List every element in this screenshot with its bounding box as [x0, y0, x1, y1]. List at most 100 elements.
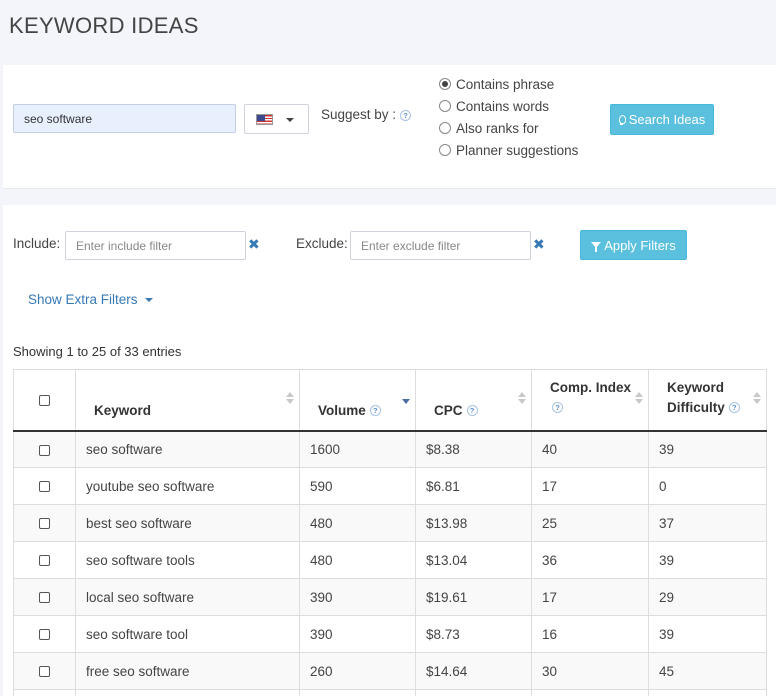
- sort-icon: [753, 392, 761, 404]
- option-planner-suggestions[interactable]: Planner suggestions: [439, 139, 578, 161]
- search-ideas-label: Search Ideas: [628, 112, 706, 127]
- comp-index-cell: 25: [531, 504, 649, 542]
- column-keyword-label: Keyword: [94, 402, 152, 418]
- keyword-search-input[interactable]: [13, 104, 236, 133]
- sort-desc-icon: [402, 392, 410, 404]
- sort-icon: [635, 392, 643, 404]
- comp-index-cell: 30: [531, 652, 649, 690]
- volume-cell: 1600: [299, 430, 416, 468]
- difficulty-cell: 45: [648, 652, 767, 690]
- radio-contains-words[interactable]: [439, 100, 451, 112]
- keyword-cell: seo software: [75, 430, 300, 468]
- row-checkbox[interactable]: [39, 444, 50, 456]
- show-extra-filters-link[interactable]: Show Extra Filters: [28, 292, 153, 307]
- column-volume-label: Volume: [318, 402, 366, 418]
- column-keyword-difficulty[interactable]: Keyword Difficulty?: [648, 369, 767, 432]
- keyword-cell: free seo software: [75, 652, 300, 690]
- clear-include-icon[interactable]: ✖: [248, 236, 260, 253]
- sort-icon: [286, 392, 294, 404]
- radio-planner-suggestions[interactable]: [439, 144, 451, 156]
- row-checkbox[interactable]: [39, 666, 50, 678]
- radio-contains-phrase[interactable]: [439, 78, 451, 90]
- difficulty-cell: 39: [648, 430, 767, 468]
- help-icon[interactable]: ?: [552, 402, 563, 414]
- column-difficulty-label-1: Keyword: [667, 379, 725, 395]
- column-volume[interactable]: Volume?: [299, 369, 416, 432]
- row-select-cell: [13, 578, 76, 616]
- column-cpc[interactable]: CPC?: [415, 369, 532, 432]
- column-keyword[interactable]: Keyword: [75, 369, 300, 432]
- row-select-cell: [13, 541, 76, 579]
- cpc-cell: $8.38: [415, 430, 532, 468]
- comp-index-cell: 16: [531, 615, 649, 653]
- comp-index-cell: 17: [531, 467, 649, 505]
- table-row: best seo software 480 $13.98 25 37: [13, 504, 767, 542]
- keyword-cell: best seo software: [75, 504, 300, 542]
- row-select-cell: [13, 689, 76, 696]
- keyword-cell: seo software tool: [75, 615, 300, 653]
- comp-index-cell: 17: [531, 578, 649, 616]
- apply-filters-label: Apply Filters: [604, 237, 676, 253]
- lightbulb-icon: [618, 115, 626, 125]
- difficulty-cell: [648, 689, 767, 696]
- row-checkbox[interactable]: [39, 555, 50, 567]
- difficulty-cell: 0: [648, 467, 767, 505]
- exclude-label: Exclude:: [296, 236, 348, 251]
- exclude-filter-input[interactable]: [350, 231, 531, 260]
- search-panel: Suggest by :? Contains phrase Contains w…: [3, 65, 776, 189]
- row-select-cell: [13, 430, 76, 468]
- row-select-cell: [13, 652, 76, 690]
- select-all-checkbox[interactable]: [39, 395, 50, 407]
- table-row: [13, 689, 767, 696]
- volume-cell: 390: [299, 578, 416, 616]
- option-label: Contains words: [456, 98, 550, 114]
- option-label: Contains phrase: [456, 76, 555, 92]
- cpc-cell: $8.73: [415, 615, 532, 653]
- table-row: seo software 1600 $8.38 40 39: [13, 430, 767, 468]
- keywords-table: Keyword Volume? CPC? Comp. Index ? Keywo…: [13, 369, 767, 696]
- caret-down-icon: [144, 297, 153, 302]
- row-checkbox[interactable]: [39, 518, 50, 530]
- cpc-cell: $19.61: [415, 578, 532, 616]
- radio-also-ranks-for[interactable]: [439, 122, 451, 134]
- keyword-cell: youtube seo software: [75, 467, 300, 505]
- volume-cell: 390: [299, 615, 416, 653]
- row-checkbox[interactable]: [39, 629, 50, 641]
- help-icon[interactable]: ?: [466, 405, 478, 417]
- option-also-ranks-for[interactable]: Also ranks for: [439, 117, 578, 139]
- help-icon[interactable]: ?: [400, 109, 412, 121]
- search-ideas-button[interactable]: Search Ideas: [610, 104, 714, 135]
- column-cpc-label: CPC: [434, 402, 463, 418]
- volume-cell: 480: [299, 504, 416, 542]
- include-filter-input[interactable]: [65, 231, 246, 260]
- chevron-down-icon: [286, 118, 294, 122]
- row-checkbox[interactable]: [39, 592, 50, 604]
- keyword-cell: local seo software: [75, 578, 300, 616]
- row-select-cell: [13, 467, 76, 505]
- column-difficulty-label-2: Difficulty: [667, 399, 725, 415]
- help-icon[interactable]: ?: [728, 402, 740, 414]
- row-select-cell: [13, 615, 76, 653]
- filter-icon: [591, 242, 602, 252]
- cpc-cell: $13.04: [415, 541, 532, 579]
- table-row: youtube seo software 590 $6.81 17 0: [13, 467, 767, 505]
- page-title: KEYWORD IDEAS: [9, 13, 199, 38]
- clear-exclude-icon[interactable]: ✖: [533, 236, 545, 253]
- help-icon[interactable]: ?: [369, 405, 381, 417]
- cpc-cell: $13.98: [415, 504, 532, 542]
- entries-info: Showing 1 to 25 of 33 entries: [13, 344, 182, 359]
- table-header-row: Keyword Volume? CPC? Comp. Index ? Keywo…: [13, 369, 767, 432]
- volume-cell: 480: [299, 541, 416, 579]
- country-select[interactable]: [244, 104, 309, 134]
- row-checkbox[interactable]: [39, 481, 50, 493]
- column-comp-index[interactable]: Comp. Index ?: [531, 369, 649, 432]
- sort-icon: [518, 392, 526, 404]
- apply-filters-button[interactable]: Apply Filters: [580, 230, 687, 260]
- us-flag-icon: [256, 114, 273, 125]
- option-contains-words[interactable]: Contains words: [439, 95, 578, 117]
- volume-cell: 260: [299, 652, 416, 690]
- column-comp-index-label: Comp. Index: [550, 379, 632, 395]
- table-row: free seo software 260 $14.64 30 45: [13, 652, 767, 690]
- table-row: seo software tools 480 $13.04 36 39: [13, 541, 767, 579]
- option-contains-phrase[interactable]: Contains phrase: [439, 73, 578, 95]
